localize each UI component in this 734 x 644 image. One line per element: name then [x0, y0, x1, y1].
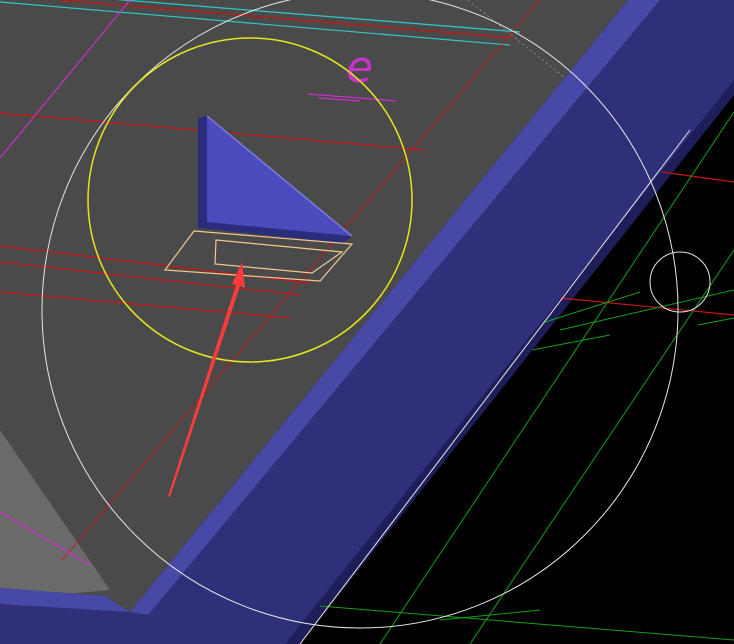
scene-canvas[interactable]: e [0, 0, 734, 644]
cad-3d-viewport[interactable]: e [0, 0, 734, 644]
triangle-side-face[interactable] [198, 116, 207, 228]
handwritten-letter: e [346, 42, 373, 93]
